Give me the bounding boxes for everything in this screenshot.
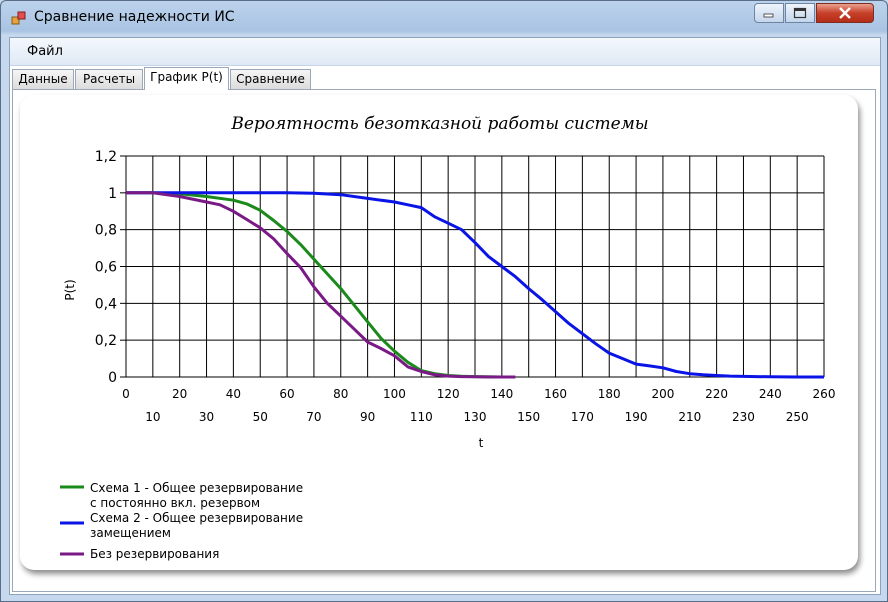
client-area: Файл Данные Расчеты График P(t) Сравнени…: [9, 37, 881, 595]
chart-legend: Схема 1 - Общее резервированиес постоянн…: [60, 481, 303, 561]
x-tick-label: 160: [544, 387, 567, 401]
close-button[interactable]: [816, 3, 874, 23]
y-tick-label: 0,6: [95, 260, 117, 276]
x-tick-label: 20: [172, 387, 187, 401]
y-tick-label: 0,2: [95, 333, 117, 349]
chart-grid: [125, 155, 825, 378]
x-tick-label: 140: [490, 387, 513, 401]
minimize-icon: [763, 13, 774, 18]
maximize-button[interactable]: [785, 3, 815, 23]
legend-label: замещением: [90, 526, 171, 540]
menu-file[interactable]: Файл: [27, 44, 63, 59]
x-tick-label: 30: [199, 410, 214, 424]
chart-panel: Вероятность безотказной работы системы 0…: [20, 95, 858, 570]
x-tick-label: 180: [598, 387, 621, 401]
series-line: [126, 191, 516, 379]
maximize-icon: [793, 7, 807, 19]
x-tick-label: 190: [625, 410, 648, 424]
y-tick-label: 0,8: [95, 223, 117, 239]
reliability-chart: Вероятность безотказной работы системы 0…: [60, 114, 836, 561]
x-tick-label: 250: [786, 410, 809, 424]
tab-page-graph: Вероятность безотказной работы системы 0…: [12, 89, 876, 592]
x-tick-label: 240: [759, 387, 782, 401]
tab-data[interactable]: Данные: [12, 69, 74, 89]
y-tick-label: 1: [108, 186, 117, 202]
x-tick-label: 150: [517, 410, 540, 424]
menu-bar: Файл: [10, 38, 880, 66]
y-tick-label: 0: [108, 370, 117, 386]
x-axis-label: t: [479, 436, 484, 450]
chart-ticks: 0 0,2 0,4 0,6 0,8 1 1,2 0 20 40 60 80 100 120 140 160 18…: [95, 149, 836, 424]
x-tick-label: 90: [360, 410, 375, 424]
tab-comparison[interactable]: Сравнение: [230, 69, 311, 89]
window-title: Сравнение надежности ИС: [34, 9, 235, 25]
x-tick-label: 10: [145, 410, 160, 424]
x-tick-label: 70: [306, 410, 321, 424]
legend-label: Без резервирования: [90, 547, 219, 561]
x-tick-label: 230: [732, 410, 755, 424]
x-tick-label: 130: [464, 410, 487, 424]
x-tick-label: 80: [333, 387, 348, 401]
x-tick-label: 220: [705, 387, 728, 401]
chart-title: Вероятность безотказной работы системы: [230, 114, 648, 134]
series-line: [126, 191, 516, 379]
x-tick-label: 100: [383, 387, 406, 401]
legend-label: с постоянно вкл. резервом: [90, 496, 260, 510]
title-bar[interactable]: Сравнение надежности ИС: [1, 1, 887, 33]
x-tick-label: 0: [122, 387, 130, 401]
legend-label: Схема 1 - Общее резервирование: [90, 481, 303, 495]
app-icon: [11, 11, 26, 25]
x-tick-label: 40: [226, 387, 241, 401]
x-tick-label: 200: [651, 387, 674, 401]
x-tick-label: 210: [678, 410, 701, 424]
y-tick-label: 1,2: [95, 149, 117, 165]
x-tick-label: 110: [410, 410, 433, 424]
tab-graph[interactable]: График P(t): [144, 67, 229, 90]
tab-calculations[interactable]: Расчеты: [75, 69, 143, 89]
app-window: Сравнение надежности ИС Файл Данные Расч…: [0, 0, 888, 602]
x-tick-label: 50: [253, 410, 268, 424]
x-tick-label: 60: [279, 387, 294, 401]
close-icon: [839, 7, 851, 19]
y-axis-label: P(t): [63, 279, 77, 300]
minimize-button[interactable]: [754, 3, 784, 23]
x-tick-label: 260: [813, 387, 836, 401]
x-tick-label: 120: [437, 387, 460, 401]
x-tick-label: 170: [571, 410, 594, 424]
legend-label: Схема 2 - Общее резервирование: [90, 511, 303, 525]
y-tick-label: 0,4: [95, 296, 117, 312]
